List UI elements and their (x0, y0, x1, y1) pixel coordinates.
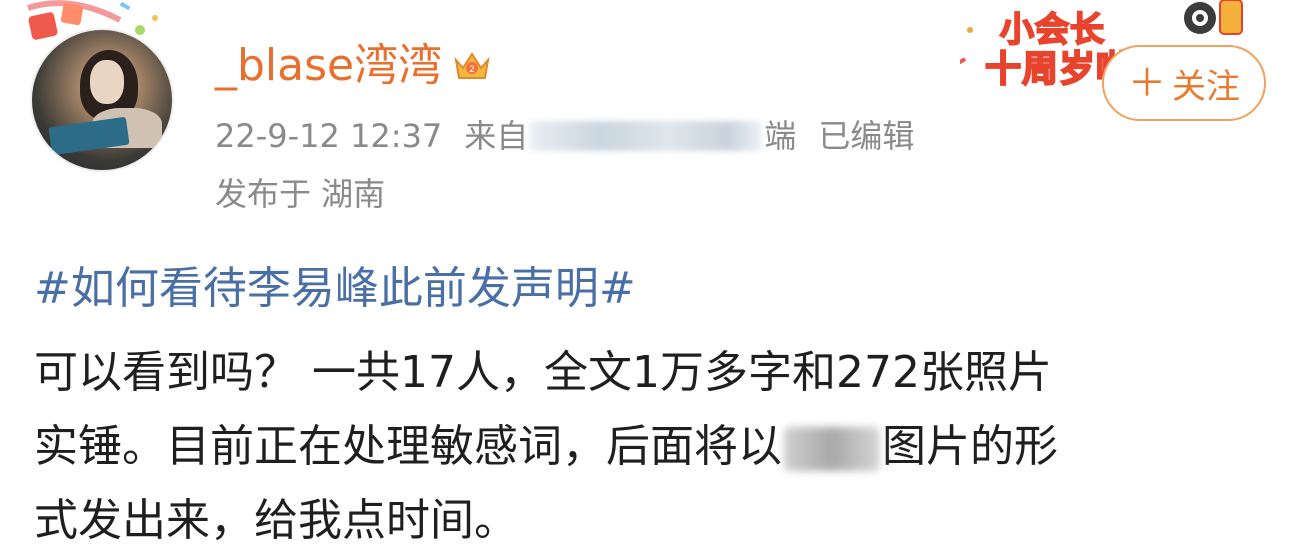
crown-icon: 2 (454, 52, 490, 79)
content-line-3: 式发出来，给我点时间。 (34, 495, 518, 546)
username[interactable]: _blase湾湾 2 (215, 40, 492, 92)
content-line-1: 可以看到吗？ 一共17人，全文1万多字和272张照片 (34, 347, 1052, 398)
avatar-image (30, 28, 174, 172)
post-content: 可以看到吗？ 一共17人，全文1万多字和272张照片 实锤。目前正在处理敏感词，… (34, 336, 1284, 558)
svg-text:2: 2 (469, 65, 475, 75)
content-line-2a: 实锤。目前正在处理敏感词，后面将以 (34, 421, 782, 472)
avatar[interactable] (30, 28, 174, 172)
post-timestamp[interactable]: 22-9-12 12:37 (215, 116, 442, 156)
follow-button[interactable]: ＋ 关注 (1102, 45, 1266, 121)
source-suffix: 端 (764, 117, 797, 155)
hashtag-link[interactable]: #如何看待李易峰此前发声明# (34, 262, 636, 316)
blurred-client-name (530, 121, 763, 151)
source-prefix: 来自 (464, 117, 529, 155)
content-line-2b: 图片的形 (882, 421, 1058, 472)
plus-icon: ＋ (1127, 61, 1166, 105)
post-meta: 22-9-12 12:37 来自 端 已编辑 (215, 116, 914, 156)
content-line-2: 实锤。目前正在处理敏感词，后面将以 图片的形 (34, 410, 1284, 484)
edited-label[interactable]: 已编辑 (818, 116, 914, 156)
blurred-word (784, 427, 880, 471)
post-location: 发布于 湖南 (215, 175, 386, 213)
username-text: _blase湾湾 (215, 40, 443, 91)
follow-label: 关注 (1172, 66, 1240, 107)
